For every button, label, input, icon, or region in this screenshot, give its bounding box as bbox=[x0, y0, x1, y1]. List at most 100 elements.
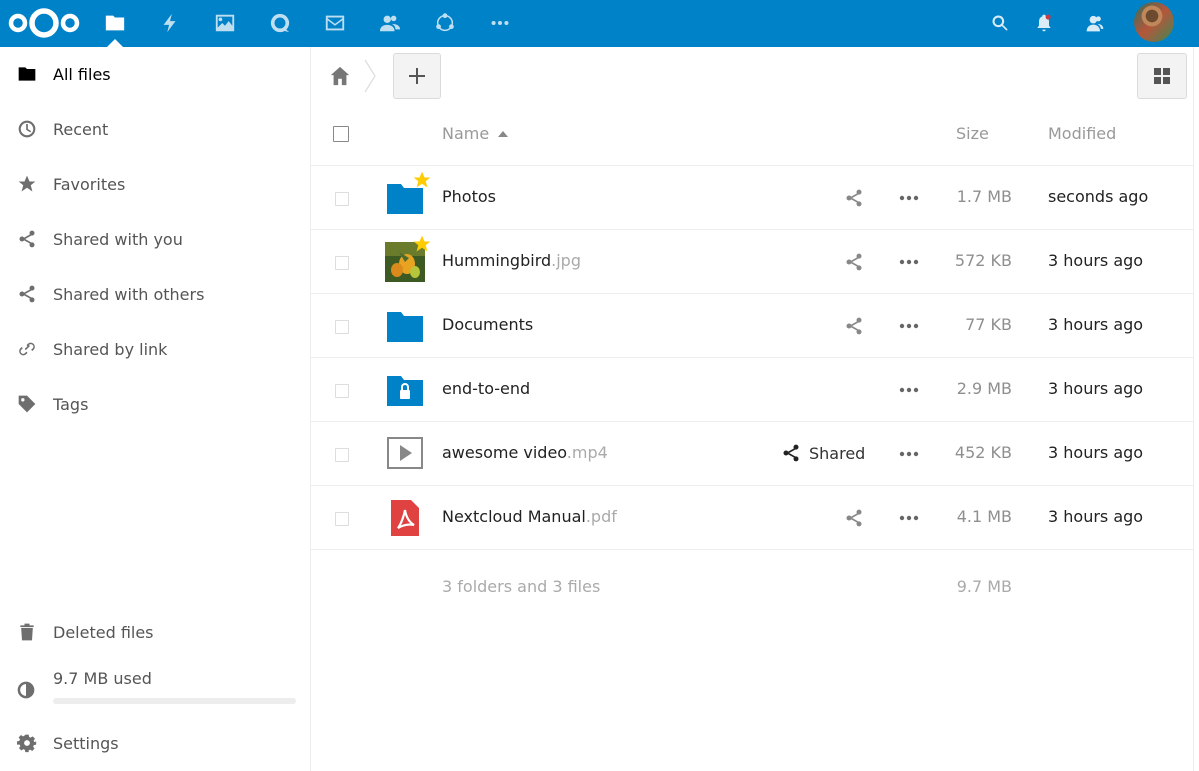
file-extension: .pdf bbox=[585, 507, 617, 526]
column-header-size[interactable]: Size bbox=[956, 124, 989, 143]
select-all-checkbox[interactable] bbox=[333, 126, 349, 142]
sidebar-item-label: Tags bbox=[53, 394, 89, 414]
pdf-file-icon bbox=[391, 500, 419, 536]
shared-status-button[interactable]: Shared bbox=[781, 443, 865, 463]
more-icon bbox=[899, 451, 919, 457]
sidebar-item-recent[interactable]: Recent bbox=[0, 107, 310, 151]
file-row[interactable]: Hummingbird.jpg 572 KB 3 hours ago bbox=[311, 230, 1193, 294]
file-row[interactable]: Nextcloud Manual.pdf 4.1 MB 3 hours ago bbox=[311, 486, 1193, 550]
file-size: 77 KB bbox=[965, 315, 1012, 334]
row-checkbox[interactable] bbox=[335, 384, 349, 398]
file-name[interactable]: Nextcloud Manual.pdf bbox=[442, 507, 617, 526]
more-actions-button[interactable] bbox=[898, 444, 920, 464]
sidebar-item-label: Recent bbox=[53, 119, 109, 139]
files-app-icon[interactable] bbox=[98, 6, 132, 40]
sidebar-item-shared-with-others[interactable]: Shared with others bbox=[0, 272, 310, 316]
sidebar-item-label: Settings bbox=[53, 733, 119, 753]
more-actions-button[interactable] bbox=[898, 252, 920, 272]
grid-view-toggle[interactable] bbox=[1137, 53, 1187, 99]
mail-icon bbox=[325, 15, 345, 31]
sidebar-item-label: Shared by link bbox=[53, 339, 168, 359]
more-actions-button[interactable] bbox=[898, 316, 920, 336]
file-size: 452 KB bbox=[954, 443, 1012, 462]
row-checkbox[interactable] bbox=[335, 192, 349, 206]
share-icon[interactable] bbox=[844, 316, 864, 336]
tag-icon bbox=[0, 394, 53, 414]
activity-app-icon[interactable] bbox=[153, 6, 187, 40]
share-icon[interactable] bbox=[844, 188, 864, 208]
sidebar-item-shared-by-link[interactable]: Shared by link bbox=[0, 327, 310, 371]
sidebar-item-all-files[interactable]: All files bbox=[0, 52, 310, 96]
file-table-header: Name Size Modified bbox=[311, 105, 1193, 166]
file-size: 4.1 MB bbox=[956, 507, 1012, 526]
breadcrumb-bar bbox=[311, 47, 1199, 105]
share-icon[interactable] bbox=[844, 508, 864, 528]
favorite-star-icon[interactable] bbox=[412, 170, 432, 190]
circles-app-icon[interactable] bbox=[428, 6, 462, 40]
quota-display[interactable]: 9.7 MB used bbox=[0, 663, 310, 713]
favorite-star-icon[interactable] bbox=[412, 234, 432, 254]
file-basename: Documents bbox=[442, 315, 534, 334]
share-icon[interactable] bbox=[844, 252, 864, 272]
column-header-modified[interactable]: Modified bbox=[1048, 124, 1116, 143]
file-size: 2.9 MB bbox=[956, 379, 1012, 398]
file-name[interactable]: Photos bbox=[442, 187, 496, 206]
mail-app-icon[interactable] bbox=[318, 6, 352, 40]
quota-label: 9.7 MB used bbox=[53, 669, 152, 688]
contacts-app-icon[interactable] bbox=[373, 6, 407, 40]
nextcloud-logo[interactable] bbox=[6, 4, 82, 42]
file-row[interactable]: Photos 1.7 MB seconds ago bbox=[311, 166, 1193, 230]
sidebar-settings[interactable]: Settings bbox=[0, 721, 310, 765]
search-button[interactable] bbox=[983, 6, 1017, 40]
sidebar-item-shared-with-you[interactable]: Shared with you bbox=[0, 217, 310, 261]
file-name[interactable]: awesome video.mp4 bbox=[442, 443, 608, 462]
file-name[interactable]: Hummingbird.jpg bbox=[442, 251, 581, 270]
file-size: 1.7 MB bbox=[956, 187, 1012, 206]
sidebar-item-label: Shared with others bbox=[53, 284, 205, 304]
row-checkbox[interactable] bbox=[335, 512, 349, 526]
sidebar-item-tags[interactable]: Tags bbox=[0, 382, 310, 426]
row-checkbox[interactable] bbox=[335, 320, 349, 334]
file-name[interactable]: end-to-end bbox=[442, 379, 530, 398]
video-file-icon bbox=[387, 437, 423, 469]
sidebar-item-label: All files bbox=[53, 64, 111, 84]
file-row[interactable]: awesome video.mp4 Shared 452 KB 3 hours … bbox=[311, 422, 1193, 486]
file-row[interactable]: end-to-end 2.9 MB 3 hours ago bbox=[311, 358, 1193, 422]
more-actions-button[interactable] bbox=[898, 188, 920, 208]
folder-icon bbox=[387, 312, 423, 342]
more-icon bbox=[899, 515, 919, 521]
search-icon bbox=[992, 15, 1008, 31]
avatar[interactable] bbox=[1134, 2, 1174, 42]
file-name[interactable]: Documents bbox=[442, 315, 533, 334]
file-row[interactable]: Documents 77 KB 3 hours ago bbox=[311, 294, 1193, 358]
gallery-app-icon[interactable] bbox=[208, 6, 242, 40]
share-icon bbox=[0, 229, 53, 249]
more-actions-button[interactable] bbox=[898, 380, 920, 400]
contacts-icon bbox=[379, 15, 401, 32]
bell-icon bbox=[1037, 14, 1051, 32]
sidebar-item-deleted-files[interactable]: Deleted files bbox=[0, 610, 310, 654]
row-checkbox[interactable] bbox=[335, 448, 349, 462]
quota-progress-bar bbox=[53, 698, 296, 704]
row-checkbox[interactable] bbox=[335, 256, 349, 270]
file-basename: Photos bbox=[442, 187, 496, 206]
lightning-icon bbox=[163, 13, 176, 33]
file-modified: 3 hours ago bbox=[1048, 443, 1144, 462]
file-basename: Hummingbird bbox=[442, 251, 552, 270]
file-modified: seconds ago bbox=[1048, 187, 1149, 206]
column-header-name[interactable]: Name bbox=[442, 124, 489, 143]
contacts-menu-button[interactable] bbox=[1078, 6, 1112, 40]
sidebar-item-label: Shared with you bbox=[53, 229, 183, 249]
trash-icon bbox=[0, 622, 53, 642]
right-border bbox=[1193, 47, 1199, 771]
more-actions-button[interactable] bbox=[898, 508, 920, 528]
pie-chart-icon bbox=[17, 681, 35, 699]
talk-app-icon[interactable] bbox=[263, 6, 297, 40]
home-icon[interactable] bbox=[329, 65, 351, 87]
new-file-button[interactable] bbox=[393, 53, 441, 99]
more-icon bbox=[491, 20, 509, 26]
more-apps-icon[interactable] bbox=[483, 6, 517, 40]
sidebar-item-favorites[interactable]: Favorites bbox=[0, 162, 310, 206]
file-basename: Nextcloud Manual bbox=[442, 507, 586, 526]
notifications-button[interactable] bbox=[1027, 6, 1061, 40]
